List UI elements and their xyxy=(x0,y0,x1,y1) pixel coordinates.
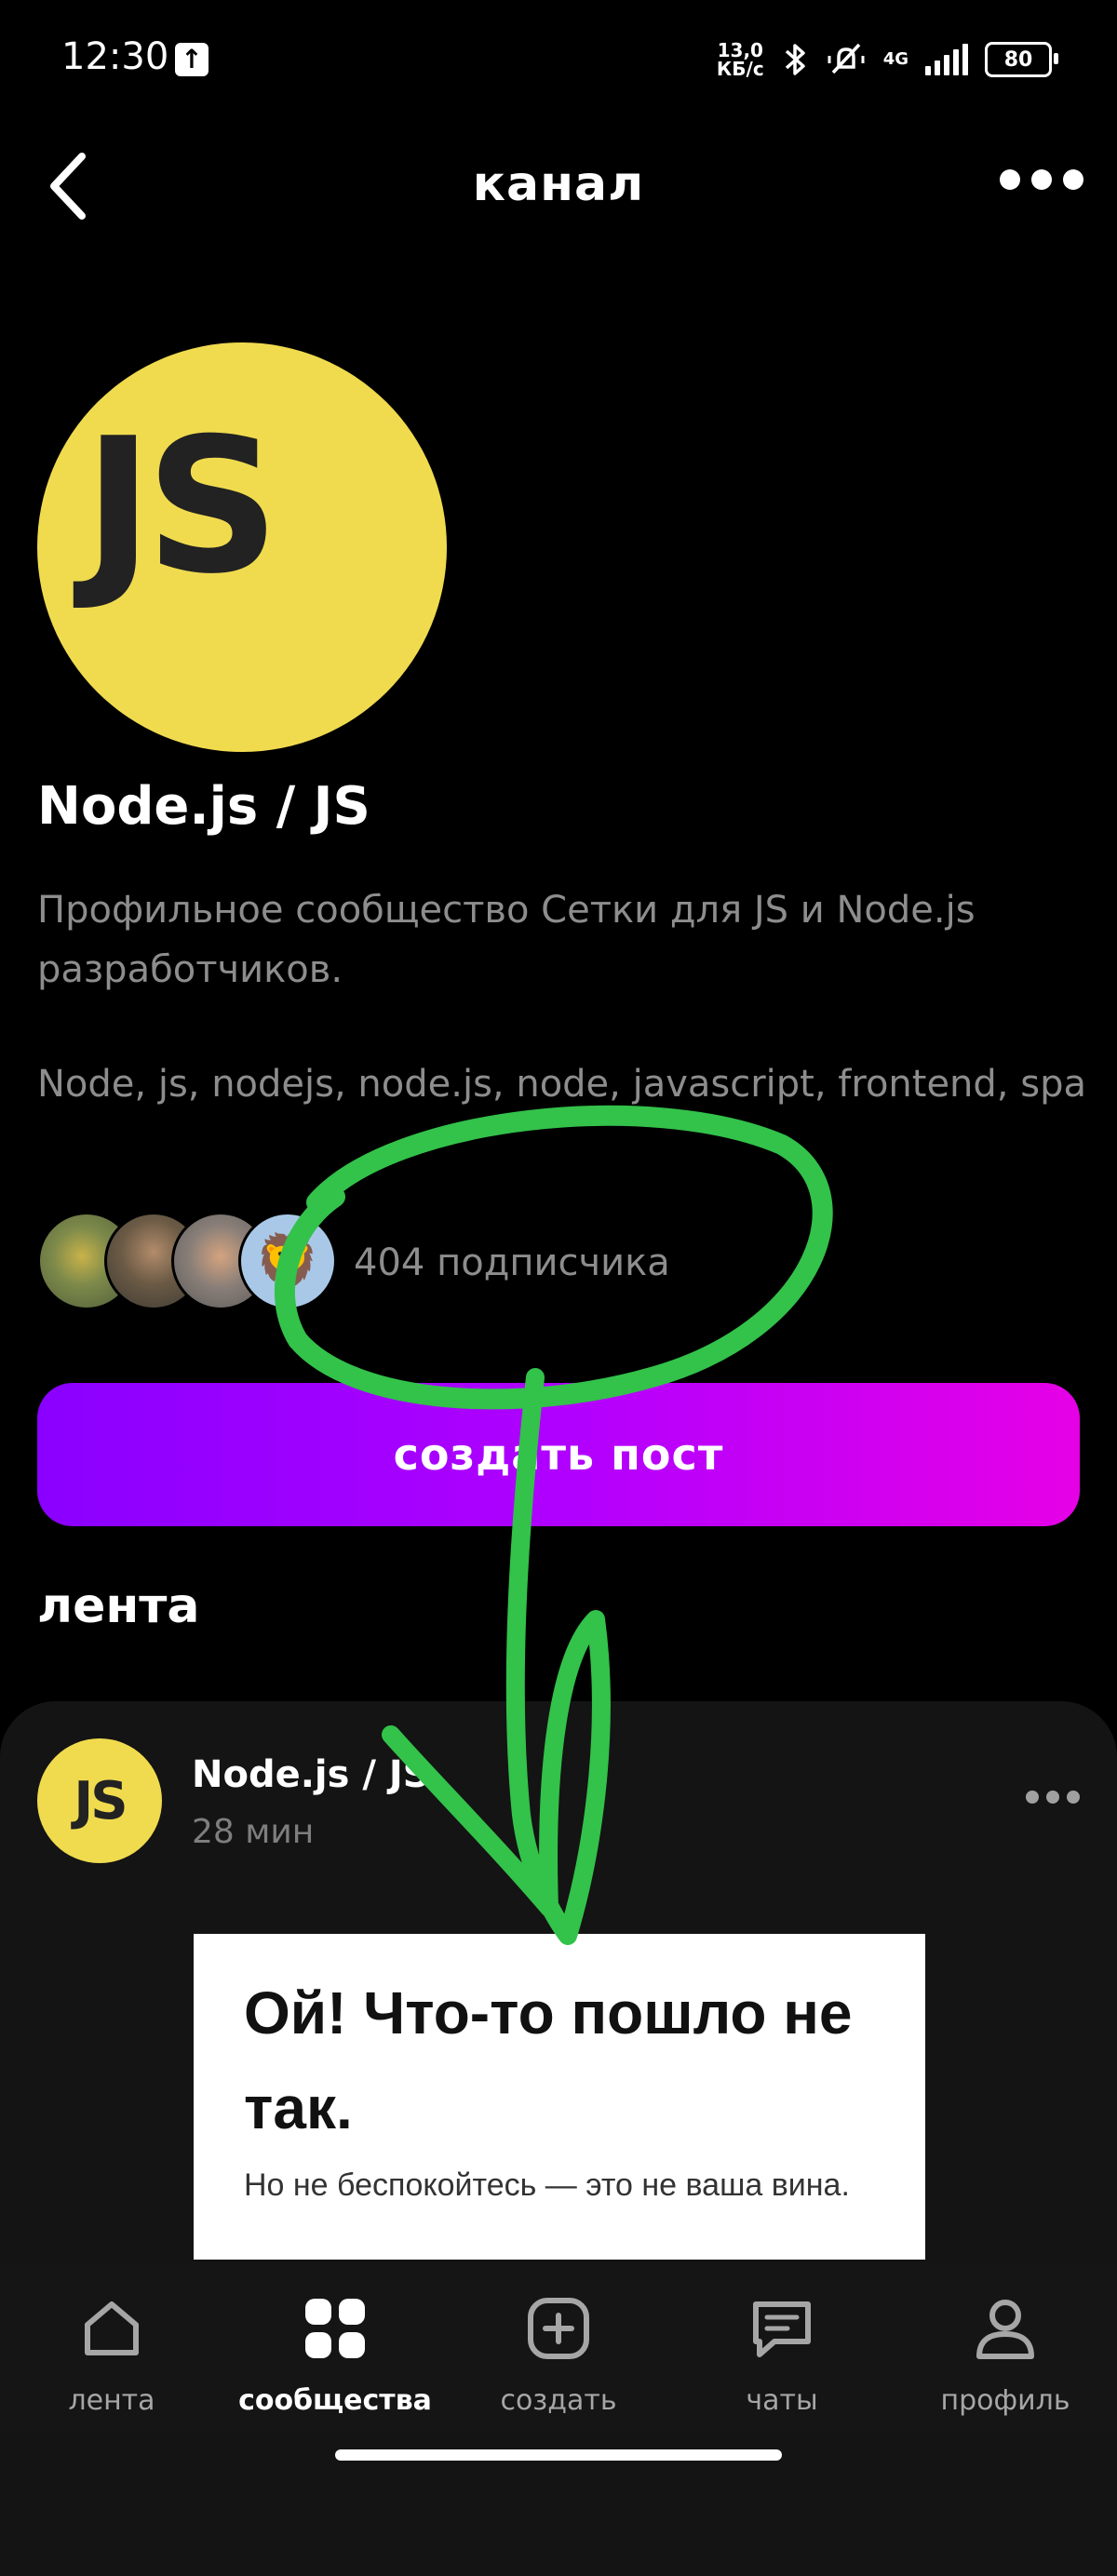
home-icon xyxy=(74,2291,149,2366)
bottom-navigation: лента сообщества создать чаты профиль xyxy=(0,2263,1117,2431)
nav-item-feed[interactable]: лента xyxy=(0,2263,223,2431)
subscriber-avatar-lion: 🦁 xyxy=(238,1212,337,1310)
bluetooth-icon xyxy=(785,44,805,75)
mute-vibrate-icon xyxy=(828,43,865,74)
nav-label: сообщества xyxy=(238,2384,432,2417)
nav-item-create[interactable]: создать xyxy=(447,2263,670,2431)
nav-label: создать xyxy=(500,2384,617,2417)
create-post-button[interactable]: создать пост xyxy=(37,1383,1080,1526)
error-subtitle: Но не беспокойтесь — это не ваша вина. xyxy=(244,2167,850,2203)
channel-tags: Node, js, nodejs, node.js, node, javascr… xyxy=(37,1063,1086,1106)
subscribers-count[interactable]: 404 подписчика xyxy=(354,1241,670,1284)
post-author-avatar[interactable]: JS xyxy=(37,1738,162,1863)
channel-description: Профильное сообщество Сетки для JS и Nod… xyxy=(37,889,976,991)
user-icon xyxy=(968,2291,1043,2366)
nav-item-chats[interactable]: чаты xyxy=(670,2263,894,2431)
nav-item-communities[interactable]: сообщества xyxy=(223,2263,447,2431)
post-more-icon[interactable] xyxy=(1026,1791,1080,1804)
battery-icon: 80 xyxy=(985,42,1058,77)
grid-icon xyxy=(298,2291,372,2366)
more-options-icon[interactable] xyxy=(1000,169,1083,190)
lion-emoji-icon: 🦁 xyxy=(255,1231,320,1292)
upload-icon: ↑ xyxy=(175,43,209,76)
status-time: 12:30 xyxy=(61,35,169,78)
home-indicator xyxy=(335,2449,782,2461)
channel-name: Node.js / JS xyxy=(37,776,370,837)
network-type: 4G xyxy=(882,49,908,69)
signal-icon xyxy=(925,44,968,75)
nav-label: профиль xyxy=(940,2384,1070,2417)
plus-square-icon xyxy=(521,2291,596,2366)
status-indicators: 13,0 КБ/с 4G 80 xyxy=(716,34,1058,86)
post-time: 28 мин xyxy=(192,1813,315,1851)
error-title: Ой! Что-то пошло не так. xyxy=(244,1979,853,2141)
channel-avatar-logo: JS xyxy=(84,398,279,615)
network-speed: 13,0 КБ/с xyxy=(716,39,764,80)
nav-label: лента xyxy=(68,2384,155,2417)
nav-label: чаты xyxy=(746,2384,818,2417)
post-author-name[interactable]: Node.js / JS xyxy=(192,1753,430,1796)
post-image[interactable]: Ой! Что-то пошло не так. Но не беспокойт… xyxy=(194,1934,925,2260)
feed-title: лента xyxy=(37,1578,200,1634)
chat-icon xyxy=(745,2291,819,2366)
subscriber-avatars[interactable]: 🦁 xyxy=(37,1212,337,1310)
nav-item-profile[interactable]: профиль xyxy=(894,2263,1117,2431)
page-title: канал xyxy=(472,156,645,212)
